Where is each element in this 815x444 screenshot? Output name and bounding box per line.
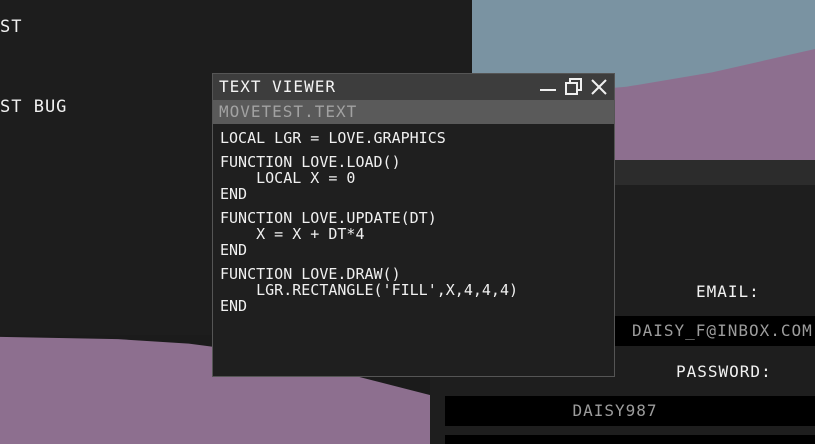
code-line: END [220,241,248,259]
desktop-label[interactable]: ST [0,17,22,37]
code-line: X = X + DT*4 [220,225,365,243]
password-label: PASSWORD: [676,362,772,381]
code-line: LOCAL LGR = LOVE.GRAPHICS [220,129,446,147]
code-line: LGR.RECTANGLE('FILL',X,4,4,4) [220,281,519,299]
text-viewer-window[interactable]: TEXT VIEWER MOVETEST.TEXT LOCAL LGR = LO… [212,73,615,377]
maximize-icon[interactable] [563,77,583,97]
submit-button[interactable] [445,435,815,444]
minimize-icon[interactable] [538,77,558,97]
window-titlebar[interactable]: TEXT VIEWER [213,74,614,100]
code-line: END [220,185,248,203]
code-line: FUNCTION LOVE.UPDATE(DT) [220,209,437,227]
code-line: FUNCTION LOVE.LOAD() [220,153,401,171]
file-name: MOVETEST.TEXT [219,102,358,121]
desktop-label[interactable]: ST BUG [0,97,67,117]
window-title: TEXT VIEWER [219,77,336,96]
close-icon[interactable] [589,77,609,97]
email-field[interactable]: DAISY_F@INBOX.COM [613,316,815,346]
code-line: END [220,297,248,315]
code-content[interactable]: LOCAL LGR = LOVE.GRAPHICS FUNCTION LOVE.L… [220,130,518,314]
password-field[interactable]: DAISY987 [445,396,815,426]
file-path-bar: MOVETEST.TEXT [213,100,614,124]
code-line: LOCAL X = 0 [220,169,356,187]
email-label: EMAIL: [696,282,760,301]
code-line: FUNCTION LOVE.DRAW() [220,265,401,283]
